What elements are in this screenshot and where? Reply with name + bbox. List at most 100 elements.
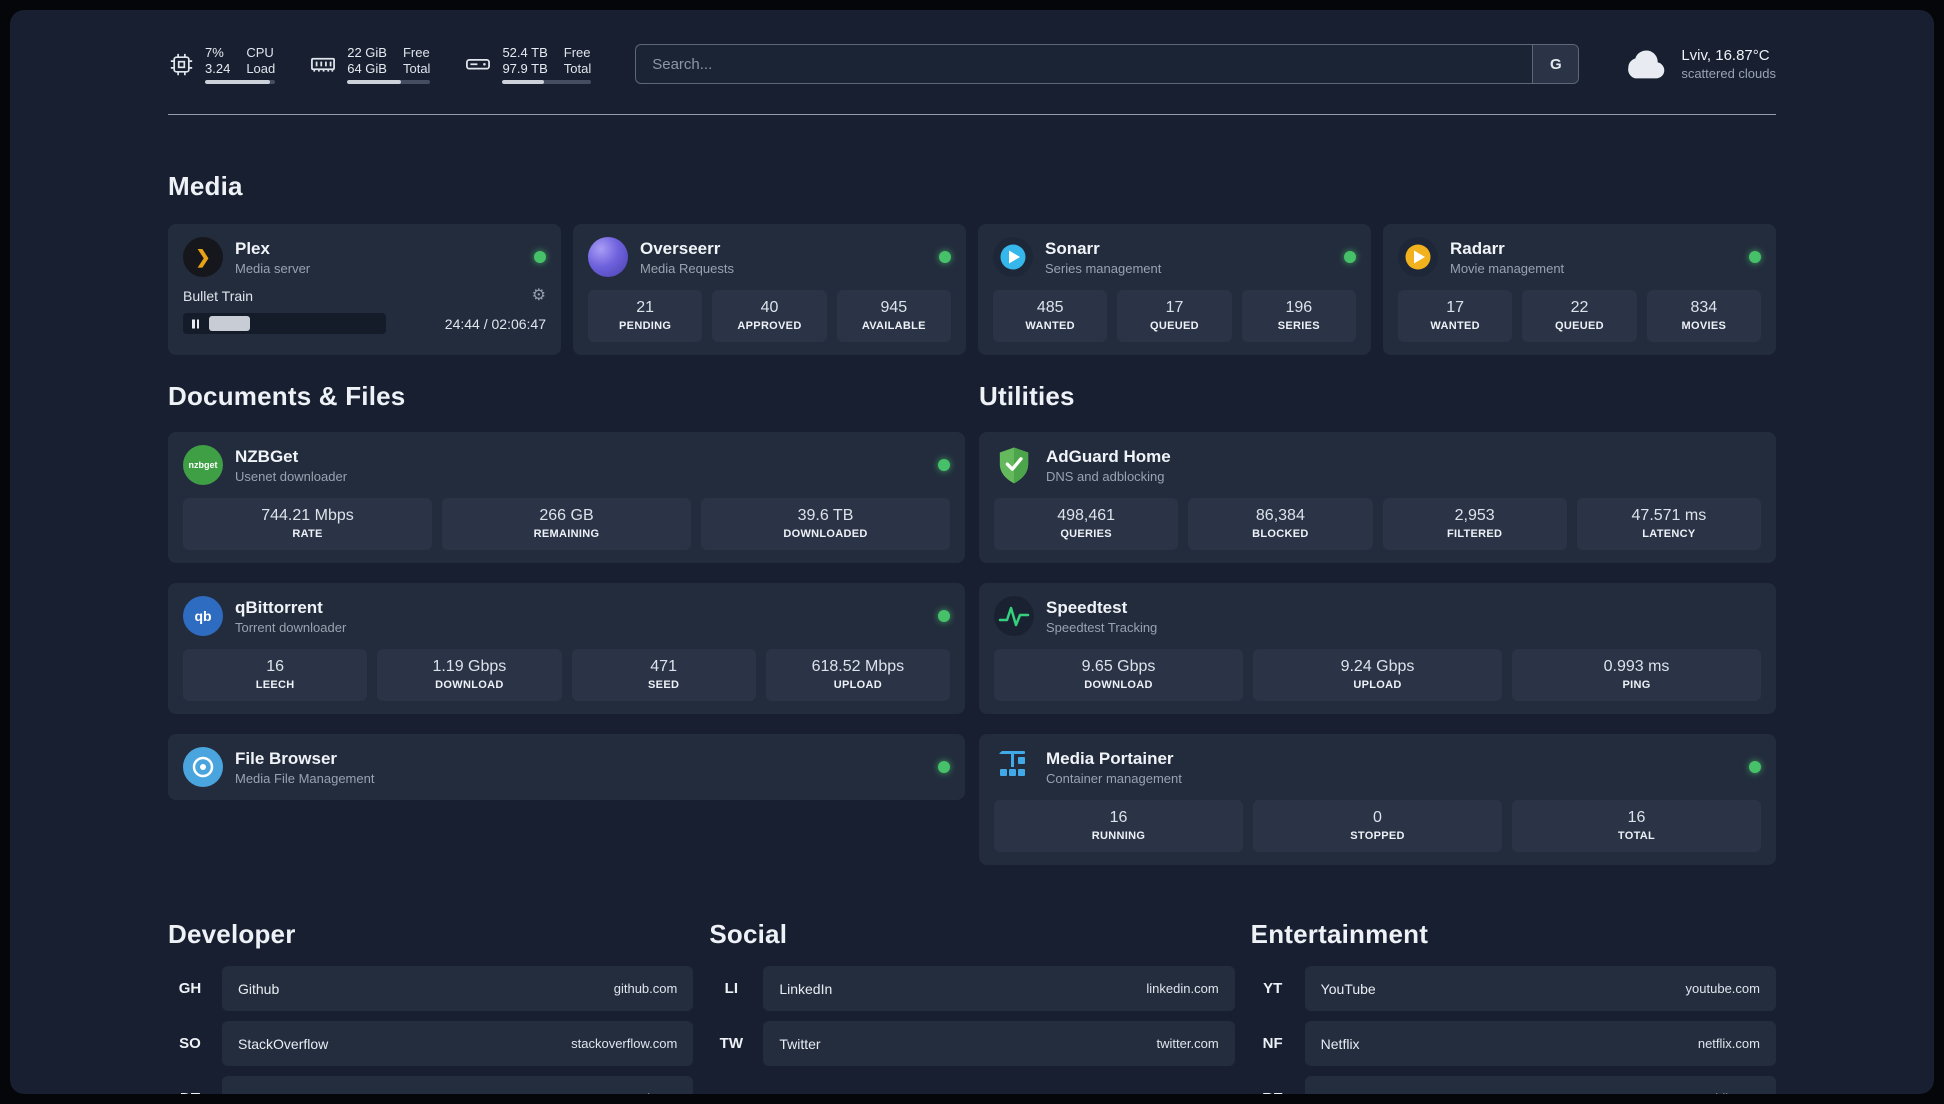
- search-engine-button[interactable]: G: [1532, 45, 1579, 83]
- app-card-sonarr[interactable]: Sonarr Series management 485 WANTED 17 Q…: [978, 224, 1371, 355]
- disk-bar-fill: [502, 79, 545, 84]
- bookmark-link-stackoverflow[interactable]: StackOverflow stackoverflow.com: [222, 1021, 694, 1066]
- bookmark-abbr: TW: [719, 1035, 743, 1052]
- app-card-portainer[interactable]: Media Portainer Container management 16 …: [979, 734, 1776, 865]
- bookmark-link-github[interactable]: Github github.com: [222, 966, 694, 1011]
- cpu-load-label: Load: [246, 60, 276, 76]
- playback-time: 24:44 / 02:06:47: [444, 315, 546, 332]
- dashboard: 7% 3.24 CPU Load 22 GiB 64 GiB Free Tota…: [10, 10, 1934, 1094]
- stat-approved: 40 APPROVED: [712, 290, 827, 342]
- ram-free-label: Free: [402, 44, 430, 60]
- stat-label: TOTAL: [1617, 830, 1656, 842]
- bookmark-row-youtube: YT YouTube youtube.com: [1251, 966, 1776, 1011]
- bookmark-name: DEV: [238, 1091, 267, 1095]
- seek-bar[interactable]: [183, 313, 387, 334]
- bookmark-link-linkedin[interactable]: LinkedIn linkedin.com: [763, 966, 1235, 1011]
- bookmark-name: Github: [238, 980, 280, 997]
- stat-label: DOWNLOADED: [783, 528, 868, 540]
- stat-value: 16: [266, 658, 285, 675]
- app-name: Radarr: [1450, 238, 1505, 258]
- stat-download: 9.65 Gbps DOWNLOAD: [994, 649, 1243, 701]
- header-divider: [168, 114, 1776, 115]
- bookmark-link-dev[interactable]: DEV dev.to: [222, 1076, 694, 1095]
- speedtest-icon: [994, 596, 1034, 636]
- disk-total-value: 97.9 TB: [502, 60, 548, 76]
- bookmark-link-twitter[interactable]: Twitter twitter.com: [763, 1021, 1235, 1066]
- stat-value: 22: [1570, 299, 1589, 316]
- bookmark-abbr: LI: [724, 980, 738, 997]
- app-subtitle: Media server: [235, 260, 311, 276]
- bookmark-abbr: GH: [178, 980, 202, 997]
- app-name: Plex: [235, 238, 270, 258]
- section-developer: Developer GH Github github.com SO StackO…: [168, 919, 694, 1095]
- stat-value: 744.21 Mbps: [261, 507, 354, 524]
- bookmark-abbr: NF: [1262, 1035, 1283, 1052]
- cpu-percent: 7%: [205, 44, 224, 60]
- bookmark-row-linkedin: LI LinkedIn linkedin.com: [709, 966, 1235, 1011]
- stat-value: 498,461: [1057, 507, 1116, 524]
- bookmark-url: github.com: [613, 981, 678, 996]
- stat-remaining: 266 GB REMAINING: [442, 498, 691, 550]
- bookmark-url: linkedin.com: [1146, 981, 1219, 996]
- bookmark-abbr: YT: [1263, 980, 1283, 997]
- app-card-nzbget[interactable]: nzbget NZBGet Usenet downloader 744.21 M…: [168, 432, 965, 563]
- app-card-adguard[interactable]: AdGuard Home DNS and adblocking 498,461 …: [979, 432, 1776, 563]
- stat-total: 16 TOTAL: [1512, 800, 1761, 852]
- bookmark-link-youtube[interactable]: YouTube youtube.com: [1304, 966, 1776, 1011]
- app-name: AdGuard Home: [1046, 446, 1171, 466]
- bookmark-link-netflix[interactable]: Netflix netflix.com: [1304, 1021, 1776, 1066]
- app-card-overseerr[interactable]: Overseerr Media Requests 21 PENDING 40 A…: [573, 224, 966, 355]
- bookmark-name: Netflix: [1320, 1035, 1360, 1052]
- stat-label: SEED: [648, 679, 680, 691]
- stat-value: 485: [1036, 299, 1064, 316]
- section-title-documents: Documents & Files: [168, 381, 406, 411]
- app-name: File Browser: [235, 748, 338, 768]
- gear-icon[interactable]: ⚙: [532, 288, 546, 304]
- nzbget-icon: nzbget: [183, 445, 223, 485]
- stat-label: LATENCY: [1642, 528, 1696, 540]
- stat-stopped: 0 STOPPED: [1253, 800, 1502, 852]
- stat-value: 17: [1165, 299, 1184, 316]
- stat-label: FILTERED: [1446, 528, 1503, 540]
- app-card-speedtest[interactable]: Speedtest Speedtest Tracking 9.65 Gbps D…: [979, 583, 1776, 714]
- header: 7% 3.24 CPU Load 22 GiB 64 GiB Free Tota…: [168, 10, 1776, 84]
- memory-icon: [311, 57, 336, 72]
- stat-value: 17: [1446, 299, 1465, 316]
- bookmark-name: Twitter: [779, 1035, 821, 1052]
- plex-now-playing: Bullet Train ⚙ 24:44 / 02:06:47: [183, 288, 546, 334]
- status-online-dot: [938, 610, 950, 622]
- stat-label: LEECH: [255, 679, 295, 691]
- section-social: Social LI LinkedIn linkedin.com TW Twitt…: [709, 919, 1235, 1094]
- stat-label: QUEUED: [1555, 320, 1604, 332]
- app-name: qBittorrent: [235, 597, 323, 617]
- app-name: Speedtest: [1046, 597, 1128, 617]
- stat-wanted: 485 WANTED: [993, 290, 1108, 342]
- cpu-load-value: 3.24: [205, 60, 231, 76]
- bookmark-url: stackoverflow.com: [571, 1036, 678, 1051]
- app-subtitle: DNS and adblocking: [1046, 468, 1165, 484]
- stat-blocked: 86,384 BLOCKED: [1188, 498, 1373, 550]
- stat-value: 47.571 ms: [1631, 507, 1707, 524]
- app-card-qbittorrent[interactable]: qb qBittorrent Torrent downloader 16 LEE…: [168, 583, 965, 714]
- now-playing-title: Bullet Train: [183, 288, 254, 304]
- app-card-radarr[interactable]: Radarr Movie management 17 WANTED 22 QUE…: [1383, 224, 1776, 355]
- filebrowser-icon: [183, 747, 223, 787]
- stat-rate: 744.21 Mbps RATE: [183, 498, 432, 550]
- app-card-plex[interactable]: ❯ Plex Media server Bullet Train ⚙ 24:44…: [168, 224, 561, 355]
- stat-series: 196 SERIES: [1241, 290, 1356, 342]
- cpu-label: CPU: [246, 44, 274, 60]
- system-stats: 7% 3.24 CPU Load 22 GiB 64 GiB Free Tota…: [168, 44, 592, 84]
- section-title-utilities: Utilities: [979, 381, 1075, 411]
- search-input[interactable]: [635, 44, 1580, 84]
- stat-available: 945 AVAILABLE: [836, 290, 951, 342]
- section-title-media: Media: [168, 171, 243, 201]
- stat-value: 40: [760, 299, 779, 316]
- bookmark-link-reddit[interactable]: Reddit reddit.com: [1304, 1076, 1776, 1094]
- stat-label: QUEUED: [1150, 320, 1199, 332]
- stat-download: 1.19 Gbps DOWNLOAD: [377, 649, 562, 701]
- disk-free-label: Free: [563, 44, 591, 60]
- cpu-bar-fill: [205, 79, 271, 84]
- pause-icon[interactable]: [192, 319, 199, 328]
- app-card-filebrowser[interactable]: File Browser Media File Management: [168, 734, 965, 800]
- status-online-dot: [1749, 251, 1761, 263]
